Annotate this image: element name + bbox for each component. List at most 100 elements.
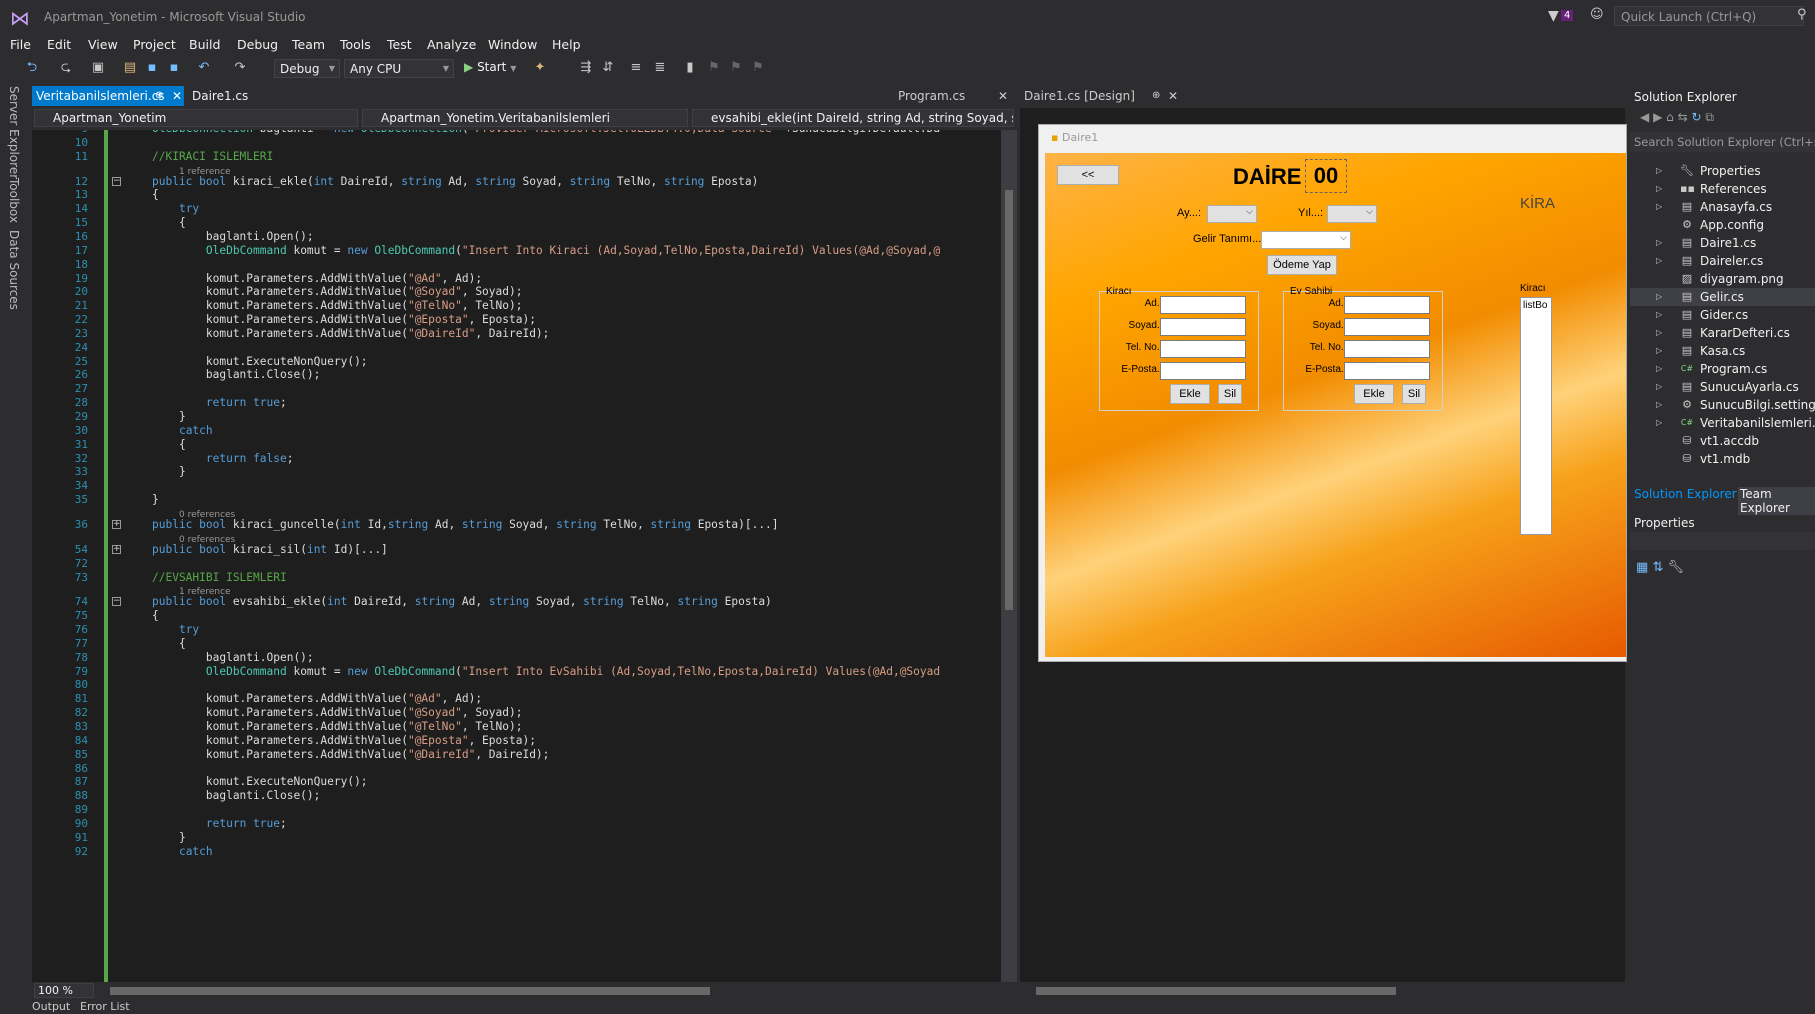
tab-veritabani[interactable]: Veritabanilslemleri.cs ⊕ ✕ <box>32 86 184 106</box>
refresh-icon[interactable]: ↻ <box>1691 110 1701 124</box>
redo-icon[interactable]: ↷ <box>232 60 248 76</box>
menu-analyze[interactable]: Analyze <box>427 37 476 52</box>
code-line[interactable]: komut.Parameters.AddWithValue("@TelNo", … <box>152 299 523 312</box>
expand-arrow-icon[interactable]: ▷ <box>1656 252 1662 270</box>
code-line[interactable]: komut.ExecuteNonQuery(); <box>152 775 368 788</box>
gelir-combo[interactable]: ⌵ <box>1261 231 1351 249</box>
new-project-icon[interactable]: ▣ <box>90 60 106 76</box>
tree-item-gelir-cs[interactable]: ▷ ▤ Gelir.cs <box>1630 288 1815 306</box>
winform-daire1[interactable]: ▪ Daire1 << DAİRE 00 Ay...: ⌵ Yıl...: ⌵ … <box>1038 124 1627 662</box>
back-icon[interactable]: ◀ <box>1640 110 1649 124</box>
evsahibi-soyad-input[interactable] <box>1344 318 1430 336</box>
tab-error-list[interactable]: Error List <box>80 1000 130 1013</box>
tree-item-app-config[interactable]: ⚙ App.config <box>1630 216 1815 234</box>
expand-arrow-icon[interactable]: ▷ <box>1656 198 1662 216</box>
tree-item-sunucubilgi-settings[interactable]: ▷ ⚙ SunucuBilgi.settings <box>1630 396 1815 414</box>
tree-item-properties[interactable]: ▷ 🔧︎ Properties <box>1630 162 1815 180</box>
tree-item-gider-cs[interactable]: ▷ ▤ Gider.cs <box>1630 306 1815 324</box>
expand-arrow-icon[interactable]: ▷ <box>1656 324 1662 342</box>
kiraci-telno-input[interactable] <box>1160 340 1246 358</box>
expand-arrow-icon[interactable]: ▷ <box>1656 234 1662 252</box>
kiraci-sil-button[interactable]: Sil <box>1218 384 1242 404</box>
filter-icon[interactable]: ▼ <box>1548 8 1559 24</box>
tree-item-daire1-cs[interactable]: ▷ ▤ Daire1.cs <box>1630 234 1815 252</box>
home-icon[interactable]: ⌂ <box>1666 110 1674 124</box>
next-bookmark-icon[interactable]: ⚑ <box>728 60 744 76</box>
toolbox-tab[interactable]: Toolbox <box>7 178 21 223</box>
solution-configuration-combo[interactable]: Debug ▼ <box>274 59 340 78</box>
kiraci-eposta-input[interactable] <box>1160 362 1246 380</box>
code-line[interactable]: komut.ExecuteNonQuery(); <box>152 355 368 368</box>
expand-arrow-icon[interactable]: ▷ <box>1656 378 1662 396</box>
back-button[interactable]: << <box>1057 165 1119 185</box>
se-search-input[interactable]: Search Solution Explorer (Ctrl+ş) <box>1630 132 1815 152</box>
daire-number-label[interactable]: 00 <box>1305 159 1347 193</box>
tab-team-explorer[interactable]: Team Explorer <box>1738 487 1815 515</box>
yil-combo[interactable]: ⌵ <box>1327 205 1377 223</box>
code-line[interactable]: baglanti.Open(); <box>152 230 314 243</box>
code-line[interactable]: { <box>152 188 159 201</box>
menu-edit[interactable]: Edit <box>47 37 71 52</box>
editor-vertical-scrollbar[interactable] <box>1001 130 1017 982</box>
close-icon[interactable]: ✕ <box>1168 86 1178 106</box>
tree-item-karardefteri-cs[interactable]: ▷ ▤ KararDefteri.cs <box>1630 324 1815 342</box>
evsahibi-groupbox[interactable]: Ev Sahibi Ad...: Soyad...: Tel. No...: E… <box>1283 286 1443 411</box>
quick-launch-input[interactable]: Quick Launch (Ctrl+Q) <box>1614 6 1804 26</box>
alphabetical-icon[interactable]: ⇅ <box>1652 560 1663 575</box>
code-line[interactable]: OleDbCommand komut = new OleDbCommand("I… <box>152 244 940 257</box>
tree-item-references[interactable]: ▷ ▪▪ References <box>1630 180 1815 198</box>
step-into-icon[interactable]: ⇵ <box>600 60 616 76</box>
fold-toggle-icon[interactable]: + <box>112 519 121 529</box>
code-line[interactable]: OleDbCommand komut = new OleDbCommand("I… <box>152 665 940 678</box>
close-icon[interactable]: ✕ <box>998 86 1008 106</box>
expand-arrow-icon[interactable]: ▷ <box>1656 396 1662 414</box>
tree-item-anasayfa-cs[interactable]: ▷ ▤ Anasayfa.cs <box>1630 198 1815 216</box>
code-line[interactable]: komut.Parameters.AddWithValue("@DaireId"… <box>152 748 550 761</box>
forward-icon[interactable]: ⮎ <box>58 60 74 76</box>
start-button[interactable]: ▶ Start ▼ <box>464 60 516 74</box>
evsahibi-ad-input[interactable] <box>1344 296 1430 314</box>
code-line[interactable]: OleDbConnection baglanti = new OleDbConn… <box>152 130 940 135</box>
code-line[interactable]: komut.Parameters.AddWithValue("@Soyad", … <box>152 285 523 298</box>
clear-bookmarks-icon[interactable]: ⚑ <box>750 60 766 76</box>
code-line[interactable]: baglanti.Open(); <box>152 651 314 664</box>
class-nav-combo[interactable]: Apartman_Yonetim.Veritabanilslemleri <box>362 109 688 127</box>
forward-icon[interactable]: ▶ <box>1653 110 1662 124</box>
undo-icon[interactable]: ↶ <box>196 60 212 76</box>
tree-item-program-cs[interactable]: ▷ C# Program.cs <box>1630 360 1815 378</box>
code-line[interactable]: baglanti.Close(); <box>152 789 321 802</box>
scroll-thumb[interactable] <box>1005 190 1013 610</box>
code-line[interactable]: try <box>152 623 199 636</box>
evsahibi-sil-button[interactable]: Sil <box>1402 384 1426 404</box>
menu-debug[interactable]: Debug <box>237 37 278 52</box>
tab-solution-explorer[interactable]: Solution Explorer <box>1634 487 1737 501</box>
menu-test[interactable]: Test <box>387 37 412 52</box>
code-line[interactable]: return true; <box>152 396 287 409</box>
expand-arrow-icon[interactable]: ▷ <box>1656 360 1662 378</box>
save-icon[interactable]: ▪ <box>144 60 160 76</box>
pin-icon[interactable]: ⊕ <box>1152 86 1160 106</box>
editor-horizontal-scrollbar[interactable]: 100 % <box>32 982 1017 999</box>
tree-item-veritabanilslemleri-cs[interactable]: ▷ C# Veritabanilslemleri.cs <box>1630 414 1815 432</box>
open-file-icon[interactable]: ▤ <box>122 60 138 76</box>
back-icon[interactable]: ⮌ <box>24 60 40 76</box>
code-line[interactable]: } <box>152 465 186 478</box>
code-line[interactable]: catch <box>152 845 213 858</box>
code-line[interactable]: return true; <box>152 817 287 830</box>
code-line[interactable]: public bool kiraci_ekle(int DaireId, str… <box>152 175 758 188</box>
hscroll-thumb[interactable] <box>1036 987 1396 995</box>
code-line[interactable]: { <box>152 609 159 622</box>
prev-bookmark-icon[interactable]: ⚑ <box>706 60 722 76</box>
kiraci-ekle-button[interactable]: Ekle <box>1170 384 1210 404</box>
code-line[interactable]: catch <box>152 424 213 437</box>
code-line[interactable]: komut.Parameters.AddWithValue("@TelNo", … <box>152 720 523 733</box>
expand-arrow-icon[interactable]: ▷ <box>1656 288 1662 306</box>
menu-view[interactable]: View <box>88 37 118 52</box>
code-line[interactable]: { <box>152 216 186 229</box>
code-line[interactable]: komut.Parameters.AddWithValue("@Soyad", … <box>152 706 523 719</box>
sync-icon[interactable]: ⇆ <box>1678 110 1688 124</box>
code-line[interactable]: public bool evsahibi_ekle(int DaireId, s… <box>152 595 772 608</box>
tab-output[interactable]: Output <box>32 1000 70 1013</box>
step-icon[interactable]: ⇶ <box>578 60 594 76</box>
hscroll-thumb[interactable] <box>110 987 710 995</box>
